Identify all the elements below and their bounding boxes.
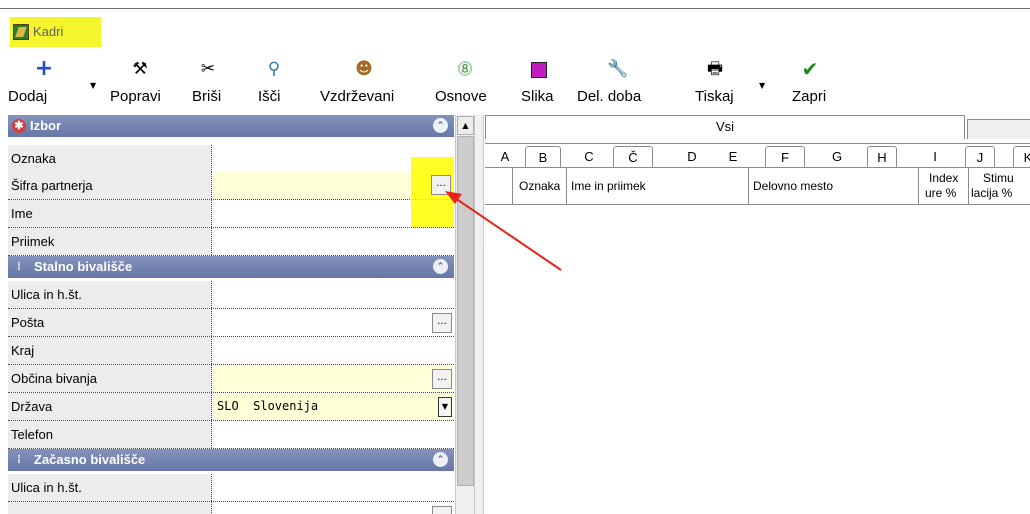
arrow-line: [451, 195, 562, 271]
annotation-arrow: [445, 191, 562, 271]
